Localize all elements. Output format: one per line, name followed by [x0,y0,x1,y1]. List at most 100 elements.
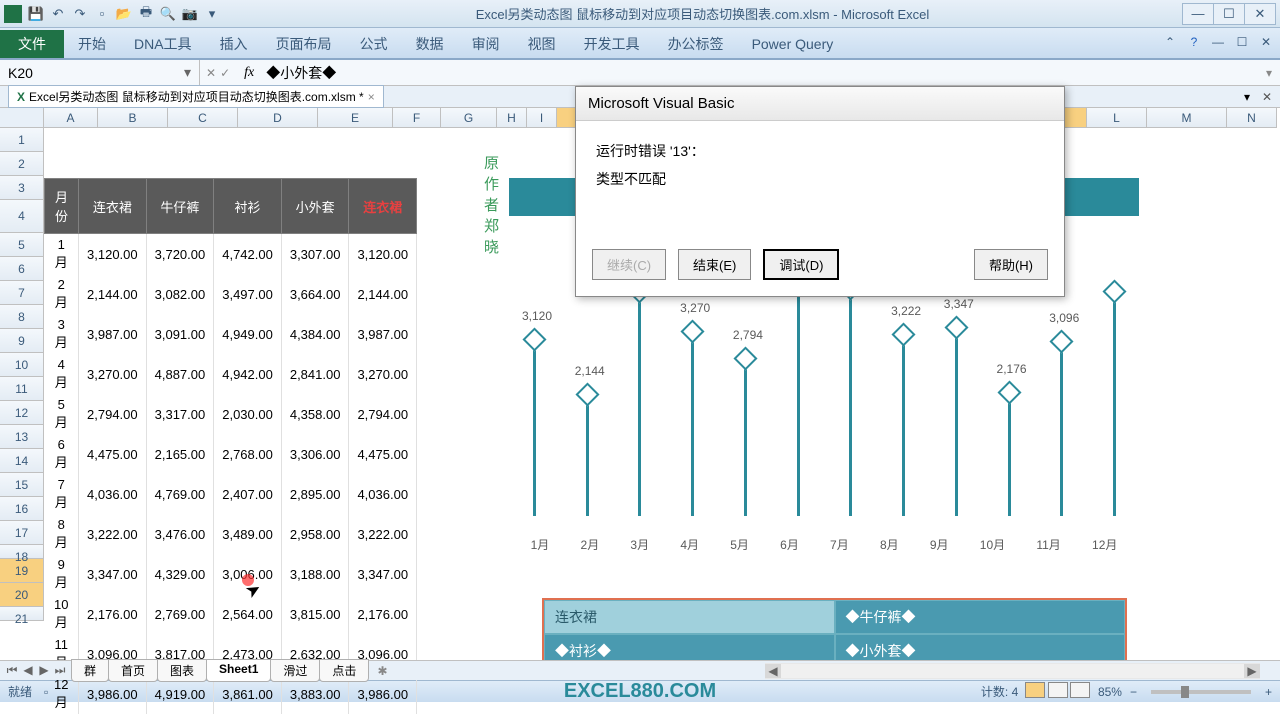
camera-icon[interactable]: 📷 [180,4,200,24]
chart-point[interactable] [797,265,800,516]
table-row[interactable]: 3月3,987.003,091.004,949.004,384.003,987.… [45,314,417,354]
column-header[interactable]: N [1227,108,1277,127]
table-cell[interactable]: 1月 [45,234,79,275]
table-cell[interactable]: 2月 [45,274,79,314]
chart-point[interactable]: 3,222 [902,336,905,516]
table-cell[interactable]: 3,188.00 [281,554,349,594]
table-row[interactable]: 8月3,222.003,476.003,489.002,958.003,222.… [45,514,417,554]
ribbon-tab-home[interactable]: 开始 [64,30,120,58]
vb-end-button[interactable]: 结束(E) [678,249,751,280]
table-cell[interactable]: 3,270.00 [349,354,417,394]
row-header[interactable]: 8 [0,305,44,329]
table-cell[interactable]: 4,475.00 [349,434,417,474]
row-header[interactable]: 16 [0,497,44,521]
sheet-first-icon[interactable]: ⏮ [4,663,20,678]
new-icon[interactable]: ▫ [92,4,112,24]
row-header[interactable]: 5 [0,233,44,257]
chart-point[interactable]: 3,347 [955,329,958,516]
table-cell[interactable]: 7月 [45,474,79,514]
row-header[interactable]: 20 [0,583,44,607]
column-header[interactable]: I [527,108,557,127]
table-cell[interactable]: 6月 [45,434,79,474]
row-header[interactable]: 17 [0,521,44,545]
table-cell[interactable]: 4,036.00 [79,474,147,514]
table-cell[interactable]: 3,987.00 [349,314,417,354]
column-header[interactable]: H [497,108,527,127]
ribbon-tab-office[interactable]: 办公标签 [654,30,738,58]
window-close-icon[interactable]: ✕ [1256,32,1276,52]
file-tab[interactable]: 文件 [0,30,64,58]
table-cell[interactable]: 3月 [45,314,79,354]
chart-point[interactable]: 3,120 [533,341,536,516]
column-header[interactable]: A [44,108,98,127]
vb-debug-button[interactable]: 调试(D) [763,249,839,280]
ribbon-tab-insert[interactable]: 插入 [206,30,262,58]
ribbon-tab-data[interactable]: 数据 [402,30,458,58]
ribbon-tab-formulas[interactable]: 公式 [346,30,402,58]
normal-view-icon[interactable] [1025,682,1045,698]
sheet-next-icon[interactable]: ▶ [36,663,52,678]
row-header[interactable]: 3 [0,176,44,200]
table-cell[interactable]: 9月 [45,554,79,594]
qat-dropdown-icon[interactable]: ▾ [202,4,222,24]
chart-point[interactable]: 2,794 [744,360,747,516]
table-cell[interactable]: 4,036.00 [349,474,417,514]
column-header[interactable]: C [168,108,238,127]
table-row[interactable]: 5月2,794.003,317.002,030.004,358.002,794.… [45,394,417,434]
formula-input[interactable]: ◆小外套◆ [262,63,1258,83]
page-layout-view-icon[interactable] [1048,682,1068,698]
sheet-tab[interactable]: 点击 [319,659,369,682]
sheet-tab[interactable]: 群 [71,659,109,682]
table-cell[interactable]: 3,120.00 [349,234,417,275]
redo-icon[interactable]: ↷ [70,4,90,24]
table-row[interactable]: 1月3,120.003,720.004,742.003,307.003,120.… [45,234,417,275]
table-cell[interactable]: 2,794.00 [349,394,417,434]
row-header[interactable]: 10 [0,353,44,377]
ribbon-tab-layout[interactable]: 页面布局 [262,30,346,58]
table-cell[interactable]: 3,222.00 [349,514,417,554]
scroll-right-icon[interactable]: ▶ [1244,664,1260,678]
row-header[interactable]: 6 [0,257,44,281]
table-cell[interactable]: 4,742.00 [214,234,282,275]
sheet-tab[interactable]: 首页 [108,659,158,682]
expand-formula-icon[interactable]: ▾ [1258,66,1280,80]
legend-item[interactable]: ◆牛仔裤◆ [835,600,1126,634]
zoom-level[interactable]: 85% [1098,685,1122,699]
table-cell[interactable]: 3,347.00 [349,554,417,594]
table-cell[interactable]: 4,384.00 [281,314,349,354]
row-header[interactable]: 12 [0,401,44,425]
row-header[interactable]: 18 [0,545,44,559]
workbook-tab-close-icon[interactable]: × [368,90,375,104]
column-header[interactable]: B [98,108,168,127]
row-header[interactable]: 2 [0,152,44,176]
table-cell[interactable]: 2,564.00 [214,594,282,634]
column-header[interactable]: D [238,108,318,127]
table-row[interactable]: 4月3,270.004,887.004,942.002,841.003,270.… [45,354,417,394]
table-cell[interactable]: 3,091.00 [146,314,214,354]
chart-point[interactable]: 2,144 [586,396,589,516]
table-cell[interactable]: 3,720.00 [146,234,214,275]
chart-point[interactable]: 2,176 [1008,394,1011,516]
chart-point[interactable] [1113,293,1116,516]
table-cell[interactable]: 2,165.00 [146,434,214,474]
row-header[interactable]: 13 [0,425,44,449]
preview-icon[interactable]: 🔍 [158,4,178,24]
print-icon[interactable]: 🖶 [136,4,156,24]
table-cell[interactable]: 2,768.00 [214,434,282,474]
table-cell[interactable]: 2,407.00 [214,474,282,514]
table-cell[interactable]: 10月 [45,594,79,634]
cancel-formula-icon[interactable]: ✕ [206,66,216,80]
row-header[interactable]: 21 [0,607,44,621]
workbook-close-icon[interactable]: ✕ [1262,90,1272,104]
table-cell[interactable]: 3,306.00 [281,434,349,474]
table-cell[interactable]: 2,841.00 [281,354,349,394]
row-header[interactable]: 9 [0,329,44,353]
sheet-tab[interactable]: 图表 [157,659,207,682]
row-header[interactable]: 19 [0,559,44,583]
table-cell[interactable]: 4,887.00 [146,354,214,394]
row-header[interactable]: 14 [0,449,44,473]
zoom-out-icon[interactable]: − [1130,685,1137,699]
table-cell[interactable]: 4,475.00 [79,434,147,474]
table-cell[interactable]: 2,769.00 [146,594,214,634]
column-header[interactable]: M [1147,108,1227,127]
